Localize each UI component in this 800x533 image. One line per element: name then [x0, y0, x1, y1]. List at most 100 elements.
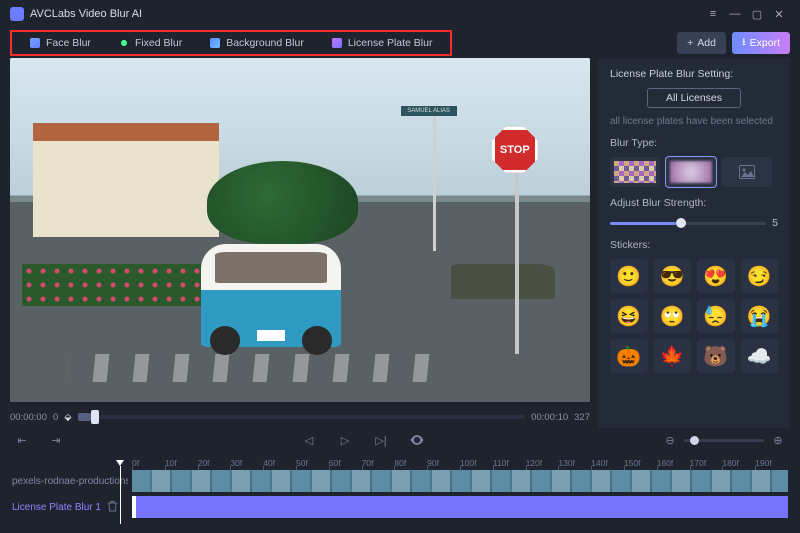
sticker-eyeroll[interactable]: 🙄 [654, 299, 692, 333]
tick: 40f [263, 458, 296, 468]
tick: 170f [690, 458, 723, 468]
video-scrub-bar: 00:00:00 0 ⬙ 00:00:10 327 [10, 406, 590, 428]
all-licenses-button[interactable]: All Licenses [647, 88, 741, 108]
tick: 120f [526, 458, 559, 468]
tick: 90f [427, 458, 460, 468]
tick: 190f [755, 458, 788, 468]
tick: 130f [558, 458, 591, 468]
sticker-cloud[interactable]: ☁️ [741, 339, 779, 373]
tab-label: Background Blur [226, 37, 304, 49]
play-button[interactable]: ▷ [337, 432, 353, 448]
blur-type-mosaic[interactable] [610, 157, 660, 187]
tick: 100f [460, 458, 493, 468]
sticker-smirk[interactable]: 😏 [741, 259, 779, 293]
export-label: Export [750, 37, 780, 49]
sticker-laugh[interactable]: 😆 [610, 299, 648, 333]
blur-track[interactable] [132, 496, 788, 518]
sticker-sunglasses[interactable]: 😎 [654, 259, 692, 293]
timeline-ruler[interactable]: 0f 10f 20f 30f 40f 50f 60f 70f 80f 90f 1… [132, 452, 788, 468]
tick: 60f [329, 458, 362, 468]
face-blur-icon [30, 38, 40, 48]
prev-frame-button[interactable]: ◁ [301, 432, 317, 448]
video-track[interactable] [132, 470, 788, 492]
tab-fixed-blur[interactable]: Fixed Blur [105, 34, 196, 52]
stickers-label: Stickers: [610, 239, 778, 251]
video-preview[interactable]: SAMUEL ALIAS STOP [10, 58, 590, 402]
playhead[interactable] [120, 466, 121, 524]
tab-background-blur[interactable]: Background Blur [196, 34, 318, 52]
plus-icon: + [687, 37, 693, 49]
time-current: 00:00:00 [10, 412, 47, 423]
add-label: Add [697, 37, 716, 49]
blur-track-label: License Plate Blur 1 [12, 500, 128, 515]
strength-label: Adjust Blur Strength: [610, 197, 778, 209]
tick: 20f [198, 458, 231, 468]
tab-label: Fixed Blur [135, 37, 182, 49]
sticker-sweat[interactable]: 😓 [697, 299, 735, 333]
maximize-icon[interactable]: ▢ [746, 3, 768, 25]
sticker-bear[interactable]: 🐻 [697, 339, 735, 373]
image-icon [739, 165, 755, 179]
settings-panel: License Plate Blur Setting: All Licenses… [598, 58, 790, 428]
blur-type-custom-image[interactable] [722, 157, 772, 187]
blur-track-name: License Plate Blur 1 [12, 502, 101, 513]
sticker-grid: 🙂 😎 😍 😏 😆 🙄 😓 😭 🎃 🍁 🐻 ☁️ [610, 259, 778, 373]
add-button[interactable]: + Add [677, 32, 726, 54]
sticker-cry[interactable]: 😭 [741, 299, 779, 333]
title-bar: AVCLabs Video Blur AI ≡ — ▢ ✕ [0, 0, 800, 28]
tab-license-plate-blur[interactable]: License Plate Blur [318, 34, 447, 52]
tick: 30f [230, 458, 263, 468]
strength-value: 5 [772, 217, 778, 229]
go-end-button[interactable]: ⇥ [48, 432, 64, 448]
toolbar: Face Blur Fixed Blur Background Blur Lic… [0, 28, 800, 58]
menu-icon[interactable]: ≡ [702, 3, 724, 25]
time-total: 00:00:10 [531, 412, 568, 423]
tick: 140f [591, 458, 624, 468]
tick: 180f [722, 458, 755, 468]
blur-type-gaussian[interactable] [666, 157, 716, 187]
slider-knob[interactable] [676, 218, 686, 228]
preview-toggle-button[interactable] [409, 432, 425, 448]
blur-mode-tabs-highlight: Face Blur Fixed Blur Background Blur Lic… [10, 30, 452, 56]
zoom-in-button[interactable]: ⊕ [770, 432, 786, 448]
blur-type-label: Blur Type: [610, 137, 778, 149]
app-logo-icon [10, 7, 24, 21]
sticker-maple-leaf[interactable]: 🍁 [654, 339, 692, 373]
close-icon[interactable]: ✕ [768, 3, 790, 25]
zoom-slider[interactable] [684, 439, 764, 442]
selection-hint: all license plates have been selected [610, 116, 778, 127]
tab-label: Face Blur [46, 37, 91, 49]
timeline: 0f 10f 20f 30f 40f 50f 60f 70f 80f 90f 1… [0, 452, 800, 530]
blur-strength-slider[interactable] [610, 222, 766, 225]
clip-name-label: pexels-rodnae-productions-i [12, 476, 128, 487]
video-scrubber[interactable] [78, 415, 526, 419]
tab-label: License Plate Blur [348, 37, 433, 49]
street-sign: SAMUEL ALIAS [401, 106, 457, 116]
tick: 70f [362, 458, 395, 468]
sticker-heart-eyes[interactable]: 😍 [697, 259, 735, 293]
frame-current: 0 [53, 412, 58, 423]
export-button[interactable]: ⭳ Export [732, 32, 790, 54]
eye-icon [410, 435, 424, 445]
frame-total: 327 [574, 412, 590, 423]
minimize-icon[interactable]: — [724, 3, 746, 25]
license-plate-blur-icon [332, 38, 342, 48]
blur-track-handle[interactable] [132, 496, 136, 518]
zoom-knob[interactable] [690, 436, 699, 445]
background-blur-icon [210, 38, 220, 48]
zoom-out-button[interactable]: ⊖ [662, 432, 678, 448]
scrub-marker-icon[interactable]: ⬙ [64, 412, 71, 423]
fixed-blur-icon [119, 38, 129, 48]
sticker-smile[interactable]: 🙂 [610, 259, 648, 293]
delete-track-button[interactable] [107, 500, 118, 515]
next-frame-button[interactable]: ▷| [373, 432, 389, 448]
export-icon: ⭳ [742, 34, 746, 52]
panel-title: License Plate Blur Setting: [610, 68, 778, 80]
transport-bar: ⇤ ⇥ ◁ ▷ ▷| ⊖ ⊕ [0, 428, 800, 452]
go-start-button[interactable]: ⇤ [14, 432, 30, 448]
scrub-handle[interactable] [91, 410, 99, 424]
tick: 50f [296, 458, 329, 468]
tab-face-blur[interactable]: Face Blur [16, 34, 105, 52]
tick: 0f [132, 458, 165, 468]
sticker-pumpkin[interactable]: 🎃 [610, 339, 648, 373]
